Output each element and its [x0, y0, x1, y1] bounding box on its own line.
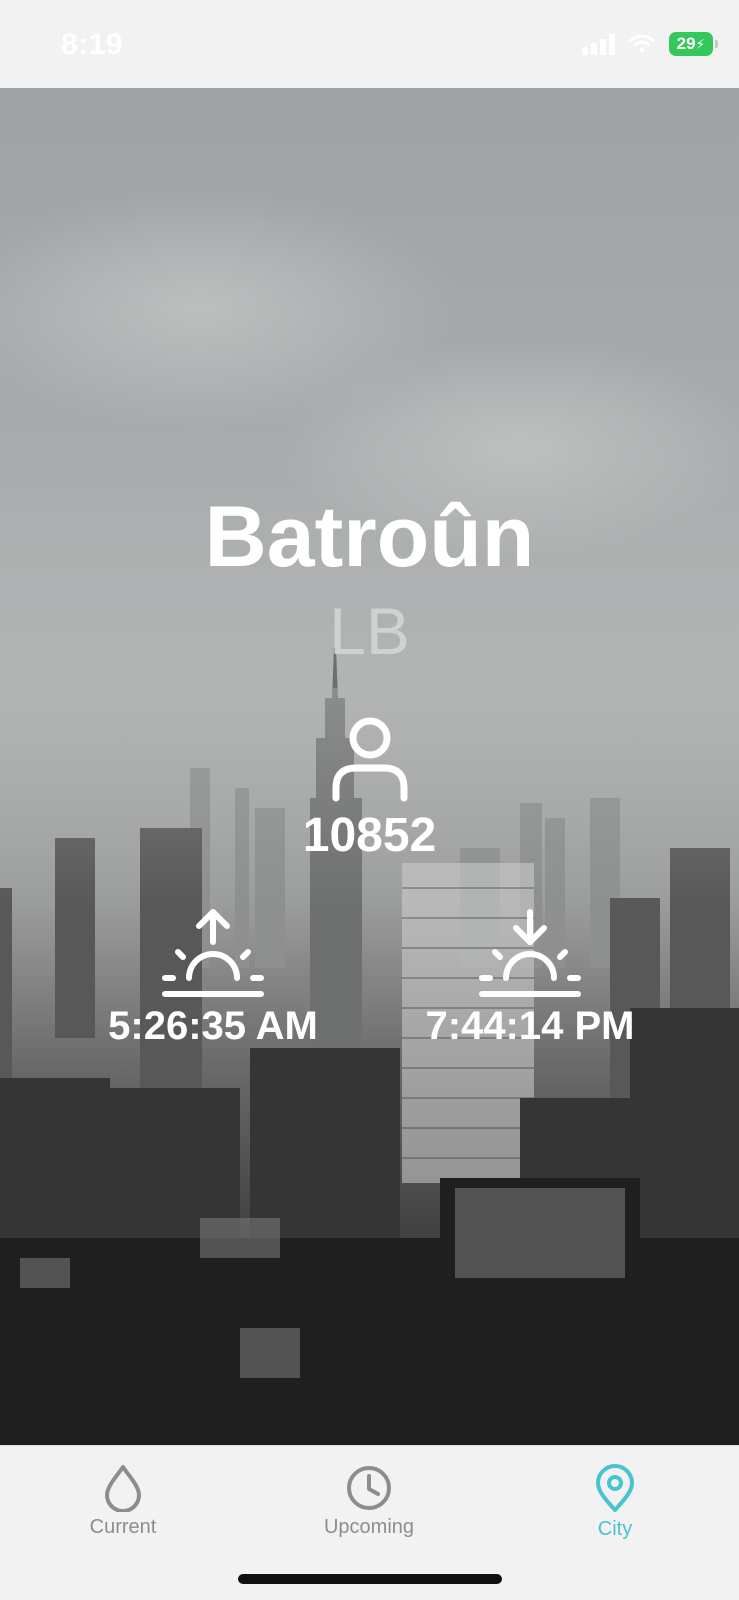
wifi-icon: [629, 34, 655, 53]
country-code: LB: [329, 594, 410, 668]
status-indicators: 29 ⚡: [582, 32, 718, 56]
tab-city[interactable]: City: [525, 1464, 705, 1541]
status-bar: 8:19 29 ⚡: [0, 0, 739, 88]
home-indicator: [238, 1574, 502, 1584]
city-hero: Batroûn LB 10852 5:26:35 AM 7:44:14 PM: [0, 88, 739, 1445]
person-icon: [332, 717, 408, 802]
status-time: 8:19: [61, 28, 124, 61]
tab-city-label: City: [597, 1518, 633, 1540]
sunset-icon: [479, 909, 581, 997]
drop-icon: [105, 1465, 141, 1512]
cellular-signal-icon: [582, 33, 615, 55]
city-name: Batroûn: [204, 489, 535, 585]
clock-icon: [347, 1466, 391, 1510]
tab-current[interactable]: Current: [33, 1464, 213, 1539]
battery-level: 29: [676, 34, 696, 53]
sunrise-icon: [162, 909, 264, 997]
population-value: 10852: [302, 809, 437, 862]
sunrise-block: 5:26:35 AM: [73, 908, 353, 1049]
sunset-block: 7:44:14 PM: [390, 908, 670, 1049]
sunset-time: 7:44:14 PM: [425, 1004, 635, 1048]
tab-upcoming-label: Upcoming: [323, 1516, 415, 1538]
tab-upcoming[interactable]: Upcoming: [279, 1464, 459, 1539]
sunrise-time: 5:26:35 AM: [108, 1004, 318, 1048]
location-pin-icon: [596, 1464, 634, 1512]
battery-icon: 29 ⚡: [669, 32, 718, 56]
tab-current-label: Current: [89, 1516, 157, 1538]
